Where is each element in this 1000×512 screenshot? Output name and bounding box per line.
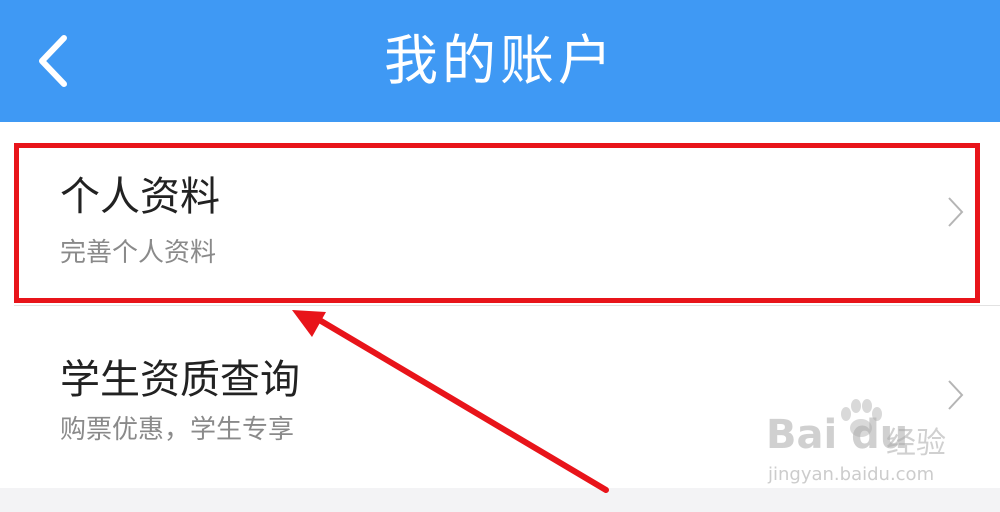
item-title: 学生资质查询 <box>60 357 300 403</box>
item-title: 个人资料 <box>60 174 220 220</box>
page-title: 我的账户 <box>384 29 616 92</box>
header-bar: 我的账户 <box>0 0 1000 122</box>
list-item-student-qualification[interactable]: 学生资质查询 购票优惠，学生专享 <box>0 305 1000 488</box>
list-item-personal-profile[interactable]: 个人资料 完善个人资料 <box>0 142 1000 302</box>
item-subtitle: 购票优惠，学生专享 <box>60 415 295 445</box>
item-subtitle: 完善个人资料 <box>60 238 217 268</box>
chevron-right-icon <box>948 197 964 227</box>
chevron-right-icon <box>948 380 964 410</box>
account-menu-list: 个人资料 完善个人资料 学生资质查询 购票优惠，学生专享 <box>0 122 1000 488</box>
